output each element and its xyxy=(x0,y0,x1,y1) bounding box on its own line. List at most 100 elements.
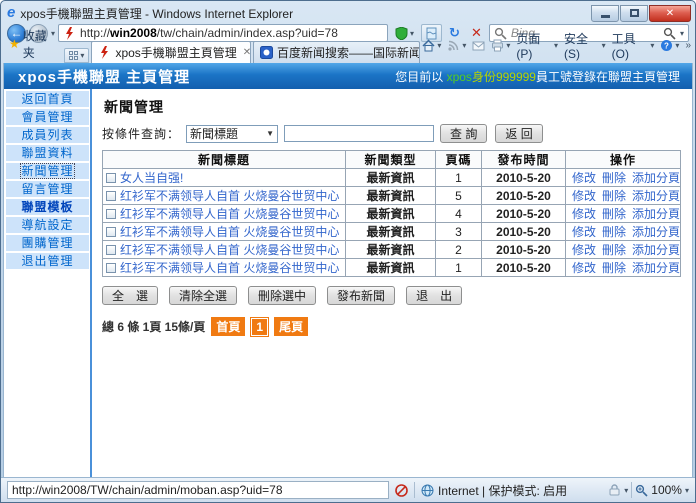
url-field[interactable]: http://win2008/tw/chain/admin/index.asp?… xyxy=(58,24,388,42)
exit-button[interactable]: 退 出 xyxy=(406,286,462,305)
add-page-link[interactable]: 添加分頁 xyxy=(632,171,680,185)
sidebar-item-members[interactable]: 會員管理 xyxy=(6,109,89,125)
zoom-control[interactable]: ▾ 100% ▾ xyxy=(608,482,689,498)
query-label: 按條件查詢： xyxy=(102,125,180,142)
blocked-content-icon xyxy=(395,484,408,497)
edit-link[interactable]: 修改 xyxy=(572,243,596,257)
query-field-select[interactable]: 新聞標題 ▼ xyxy=(186,125,278,143)
close-button[interactable]: ✕ xyxy=(649,5,691,22)
row-checkbox[interactable] xyxy=(106,191,116,201)
sidebar-item-alliance-info[interactable]: 聯盟資料 xyxy=(6,145,89,161)
ie-logo-icon: e xyxy=(7,6,15,20)
edit-link[interactable]: 修改 xyxy=(572,207,596,221)
delete-link[interactable]: 刪除 xyxy=(602,261,626,275)
row-checkbox[interactable] xyxy=(106,245,116,255)
tab-label: xpos手機聯盟主頁管理 xyxy=(115,44,236,61)
print-button[interactable]: ▾ xyxy=(491,39,510,52)
news-title-link[interactable]: 女人当自强! xyxy=(120,171,183,185)
tab-label: 百度新闻搜索——国际新闻 xyxy=(277,44,420,61)
news-title-link[interactable]: 红衫军不满领导人自首 火烧曼谷世贸中心 xyxy=(120,189,339,203)
tab-close-icon[interactable]: ✕ xyxy=(243,47,251,58)
current-page-button[interactable]: 1 xyxy=(251,318,268,336)
col-type: 新聞類型 xyxy=(346,151,436,169)
svg-text:?: ? xyxy=(664,41,669,50)
first-page-button[interactable]: 首頁 xyxy=(211,317,245,336)
quick-tabs-button[interactable]: ▾ xyxy=(64,48,89,63)
sidebar-item-messages[interactable]: 留言管理 xyxy=(6,181,89,197)
tab-favicon-icon xyxy=(260,46,273,59)
site-title: xpos手機聯盟 主頁管理 xyxy=(18,66,190,87)
login-employee-id: 身份999999 xyxy=(472,70,536,84)
add-page-link[interactable]: 添加分頁 xyxy=(632,243,680,257)
tab-baidu-news[interactable]: 百度新闻搜索——国际新闻 xyxy=(253,41,420,63)
menu-page[interactable]: 页面(P)▾ xyxy=(516,30,558,61)
security-zone[interactable]: Internet | 保护模式: 启用 xyxy=(421,482,567,499)
tab-xpos-admin[interactable]: xpos手機聯盟主頁管理 ✕ xyxy=(91,41,251,63)
maximize-icon xyxy=(630,9,639,17)
feeds-button[interactable]: ▾ xyxy=(447,39,466,52)
delete-link[interactable]: 刪除 xyxy=(602,225,626,239)
sidebar-item-templates[interactable]: 聯盟模板 xyxy=(6,199,89,215)
menu-safety[interactable]: 安全(S)▾ xyxy=(564,30,606,61)
edit-link[interactable]: 修改 xyxy=(572,261,596,275)
read-mail-button[interactable] xyxy=(472,39,485,52)
rss-icon xyxy=(447,39,460,52)
table-row: 红衫军不满领导人自首 火烧曼谷世贸中心 最新資訊 3 2010-5-20 修改刪… xyxy=(103,223,681,241)
table-row: 红衫军不满领导人自首 火烧曼谷世贸中心 最新資訊 2 2010-5-20 修改刪… xyxy=(103,241,681,259)
select-all-button[interactable]: 全 選 xyxy=(102,286,158,305)
news-title-link[interactable]: 红衫军不满领导人自首 火烧曼谷世贸中心 xyxy=(120,225,339,239)
mail-icon xyxy=(472,39,485,52)
sidebar-item-home[interactable]: 返回首頁 xyxy=(6,91,89,107)
zoom-level-text: 100% xyxy=(651,483,682,497)
sidebar-item-member-list[interactable]: 成員列表 xyxy=(6,127,89,143)
sidebar-item-news-admin[interactable]: 新聞管理 xyxy=(6,163,89,179)
login-username: xpos xyxy=(447,70,472,84)
last-page-button[interactable]: 尾頁 xyxy=(274,317,308,336)
edit-link[interactable]: 修改 xyxy=(572,171,596,185)
sidebar-nav: 返回首頁 會員管理 成員列表 聯盟資料 新聞管理 留言管理 聯盟模板 導航設定 … xyxy=(4,89,92,477)
menu-tools[interactable]: 工具(O)▾ xyxy=(612,30,655,61)
add-page-link[interactable]: 添加分頁 xyxy=(632,261,680,275)
security-addon-button[interactable]: ▾ xyxy=(391,24,418,42)
home-button[interactable]: ▾ xyxy=(422,39,441,52)
window-title: xpos手機聯盟主頁管理 - Windows Internet Explorer xyxy=(20,5,587,22)
query-keyword-input[interactable] xyxy=(284,125,434,142)
row-checkbox[interactable] xyxy=(106,209,116,219)
edit-link[interactable]: 修改 xyxy=(572,225,596,239)
row-checkbox[interactable] xyxy=(106,173,116,183)
edit-link[interactable]: 修改 xyxy=(572,189,596,203)
help-icon: ? xyxy=(660,39,673,52)
title-bar[interactable]: e xpos手機聯盟主頁管理 - Windows Internet Explor… xyxy=(1,1,695,23)
favorites-label: 收藏夹 xyxy=(23,27,57,61)
add-page-link[interactable]: 添加分頁 xyxy=(632,207,680,221)
add-page-link[interactable]: 添加分頁 xyxy=(632,225,680,239)
minimize-button[interactable] xyxy=(591,5,619,22)
add-page-link[interactable]: 添加分頁 xyxy=(632,189,680,203)
delete-link[interactable]: 刪除 xyxy=(602,171,626,185)
table-row: 红衫军不满领导人自首 火烧曼谷世贸中心 最新資訊 4 2010-5-20 修改刪… xyxy=(103,205,681,223)
sidebar-item-groupbuy[interactable]: 團購管理 xyxy=(6,235,89,251)
delete-selected-button[interactable]: 刪除選中 xyxy=(248,286,316,305)
row-checkbox[interactable] xyxy=(106,263,116,273)
table-row: 女人当自强! 最新資訊 1 2010-5-20 修改刪除添加分頁 xyxy=(103,169,681,187)
delete-link[interactable]: 刪除 xyxy=(602,189,626,203)
query-button[interactable]: 查 詢 xyxy=(440,124,487,143)
delete-link[interactable]: 刪除 xyxy=(602,207,626,221)
maximize-button[interactable] xyxy=(620,5,648,22)
sidebar-item-navigation[interactable]: 導航設定 xyxy=(6,217,89,233)
favorites-button[interactable]: ★ 收藏夹 xyxy=(5,26,62,63)
news-title-link[interactable]: 红衫军不满领导人自首 火烧曼谷世贸中心 xyxy=(120,243,339,257)
overflow-chevron-icon[interactable]: » xyxy=(685,40,691,51)
clear-selection-button[interactable]: 清除全選 xyxy=(169,286,237,305)
return-button[interactable]: 返 回 xyxy=(495,124,542,143)
globe-icon xyxy=(421,484,434,497)
sidebar-item-logout[interactable]: 退出管理 xyxy=(6,253,89,269)
news-title-link[interactable]: 红衫军不满领导人自首 火烧曼谷世贸中心 xyxy=(120,207,339,221)
publish-news-button[interactable]: 發布新聞 xyxy=(327,286,395,305)
delete-link[interactable]: 刪除 xyxy=(602,243,626,257)
news-title-link[interactable]: 红衫军不满领导人自首 火烧曼谷世贸中心 xyxy=(120,261,339,275)
help-button[interactable]: ? ▾ xyxy=(660,39,679,52)
browser-window: e xpos手機聯盟主頁管理 - Windows Internet Explor… xyxy=(0,0,696,503)
zoom-magnifier-icon xyxy=(635,484,648,497)
row-checkbox[interactable] xyxy=(106,227,116,237)
